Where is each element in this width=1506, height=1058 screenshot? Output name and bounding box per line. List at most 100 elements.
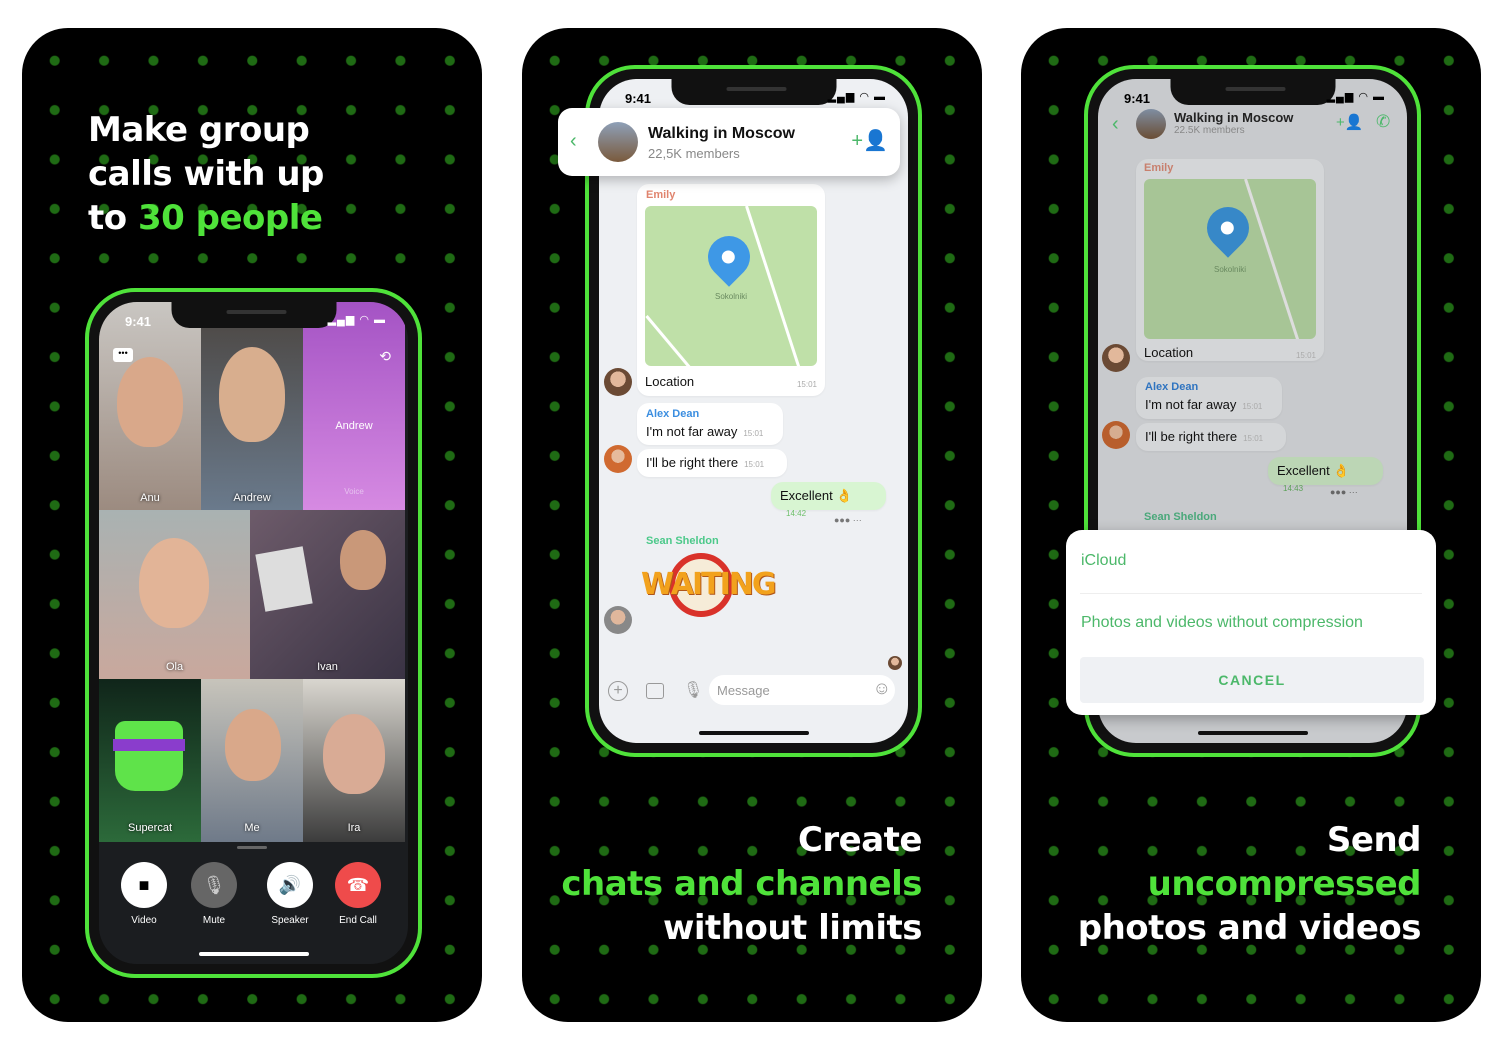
message-outgoing[interactable]: Excellent 👌 14:42 (771, 482, 886, 518)
location-pin-icon (699, 227, 759, 287)
control-label: Mute (202, 915, 226, 926)
promo-card-uncompressed: 9:41 ▂▄▆ ◠ ▬ ‹ Walking in Moscow 22.5K m… (1021, 28, 1481, 1022)
map-preview[interactable]: Sokolniki (1144, 179, 1316, 339)
sender-name: Alex Dean (1145, 381, 1199, 393)
add-member-icon[interactable]: +👤 (1336, 113, 1363, 131)
message-input[interactable]: Message ☺ (709, 675, 895, 705)
message-outgoing[interactable]: Excellent 👌 14:43 (1268, 457, 1383, 493)
message-location[interactable]: Emily Sokolniki Location 15:01 (1136, 159, 1324, 361)
message[interactable]: I'll be right there 15:01 (1136, 423, 1286, 451)
home-indicator (1197, 731, 1308, 735)
message[interactable]: I'll be right there 15:01 (637, 449, 787, 477)
message-location[interactable]: Emily Sokolniki Location 15:01 (637, 184, 825, 396)
location-pin-icon (1198, 198, 1258, 258)
message-text: Location (645, 374, 695, 389)
status-time: 9:41 (1124, 91, 1151, 106)
message-text: I'm not far away (646, 424, 738, 439)
notch (171, 302, 336, 328)
message-text: Excellent 👌 (780, 488, 853, 503)
group-avatar[interactable] (598, 122, 638, 162)
microphone-icon[interactable]: 🎙 (683, 680, 703, 700)
message-time: 15:01 (1295, 351, 1316, 360)
avatar[interactable] (1102, 344, 1130, 372)
sheet-option-uncompressed[interactable]: Photos and videos without compression (1081, 614, 1363, 632)
read-receipts-avatars[interactable]: ●●● ··· (834, 515, 862, 525)
status-icons: ▂▄▆ ◠ ▬ (1326, 91, 1385, 103)
map-preview[interactable]: Sokolniki (645, 206, 817, 366)
sticker-tile[interactable]: Supercat (99, 679, 201, 842)
sender-name: Emily (646, 189, 676, 201)
back-chevron-icon[interactable]: ‹ (1112, 113, 1119, 136)
back-chevron-icon[interactable]: ‹ (570, 130, 577, 153)
video-tile[interactable]: Ivan (250, 510, 405, 679)
video-camera-icon: ■ (138, 874, 150, 895)
message-placeholder: Message (717, 683, 770, 698)
promo-card-group-calls: Make group calls with up to 30 people 9:… (22, 28, 482, 1022)
chat-title: Walking in Moscow (648, 125, 795, 142)
message[interactable]: Alex Dean I'm not far away 15:01 (637, 403, 783, 445)
avatar[interactable] (1102, 421, 1130, 449)
avatar[interactable] (888, 656, 902, 670)
message-time: 15:01 (744, 460, 765, 469)
message-time: 15:01 (743, 429, 764, 438)
message-text: I'm not far away (1145, 397, 1237, 412)
caption-highlight: chats and channels (561, 864, 922, 904)
headline-line: calls with up (88, 154, 324, 194)
avatar[interactable] (604, 368, 632, 396)
video-tile[interactable]: Me (201, 679, 303, 842)
control-label: Video (131, 915, 157, 926)
sticker[interactable]: WAITING (641, 549, 776, 623)
phone-call-icon[interactable]: ✆ (1376, 112, 1390, 132)
add-member-icon[interactable]: +👤 (851, 128, 888, 153)
video-button[interactable]: ■ (121, 862, 167, 908)
expand-handle[interactable] (237, 846, 267, 849)
sender-name: Emily (1144, 162, 1174, 174)
message-time: 15:01 (1243, 434, 1264, 443)
notch (1170, 79, 1335, 105)
sender-name: Sean Sheldon (1144, 511, 1217, 523)
message[interactable]: Alex Dean I'm not far away 15:01 (1136, 377, 1282, 419)
add-attachment-icon[interactable]: + (608, 681, 628, 701)
video-tile[interactable]: Ola (99, 510, 250, 679)
avatar[interactable] (604, 606, 632, 634)
end-call-icon: ☎ (346, 874, 370, 895)
sheet-option-icloud[interactable]: iCloud (1081, 552, 1126, 570)
speaker-button[interactable]: 🔊 (267, 862, 313, 908)
message-text: I'll be right there (646, 455, 739, 470)
chat-bubble-icon[interactable]: ••• (113, 348, 133, 362)
headline: Make group calls with up to 30 people (88, 108, 324, 240)
voice-tile[interactable]: ⟲ Andrew Voice (303, 302, 405, 510)
message-text: Location (1144, 345, 1194, 360)
control-label: Speaker (271, 915, 309, 926)
participant-name: Ola (165, 661, 184, 673)
video-tile[interactable]: Andrew (201, 302, 303, 510)
sticker-text: WAITING (641, 567, 776, 602)
map-label: Sokolniki (714, 292, 747, 301)
mute-button[interactable]: 🎙 (191, 862, 237, 908)
avatar[interactable] (604, 445, 632, 473)
caption: Create chats and channels without limits (561, 818, 922, 950)
chat-header: ‹ Walking in Moscow 22,5K members +👤 (558, 108, 900, 176)
gallery-icon[interactable] (646, 683, 664, 699)
caption-line: Create (797, 820, 923, 860)
end-call-button[interactable]: ☎ (335, 862, 381, 908)
participant-status: Voice (344, 487, 364, 496)
speaker-icon: 🔊 (278, 874, 302, 895)
status-icons: ▂▄▆ ◠ ▬ (327, 314, 386, 326)
caption: Send uncompressed photos and videos (1078, 818, 1422, 950)
sender-name: Sean Sheldon (646, 535, 719, 547)
cancel-button[interactable]: CANCEL (1080, 657, 1424, 703)
read-receipts-avatars[interactable]: ●●● ··· (1330, 487, 1358, 497)
participant-name: Andrew (233, 492, 271, 504)
participant-name: Me (244, 822, 260, 834)
emoji-icon[interactable]: ☺ (873, 678, 891, 699)
participant-name: Ivan (317, 661, 338, 673)
status-icons: ▂▄▆ ◠ ▬ (827, 91, 886, 103)
switch-camera-icon[interactable]: ⟲ (379, 348, 391, 365)
video-tile[interactable]: ••• Anu (99, 302, 201, 510)
caption-line: without limits (662, 908, 923, 948)
group-avatar[interactable] (1136, 109, 1166, 139)
video-tile[interactable]: Ira (303, 679, 405, 842)
message-time: 14:43 (1283, 484, 1304, 493)
chat-title: Walking in Moscow (1174, 110, 1294, 125)
